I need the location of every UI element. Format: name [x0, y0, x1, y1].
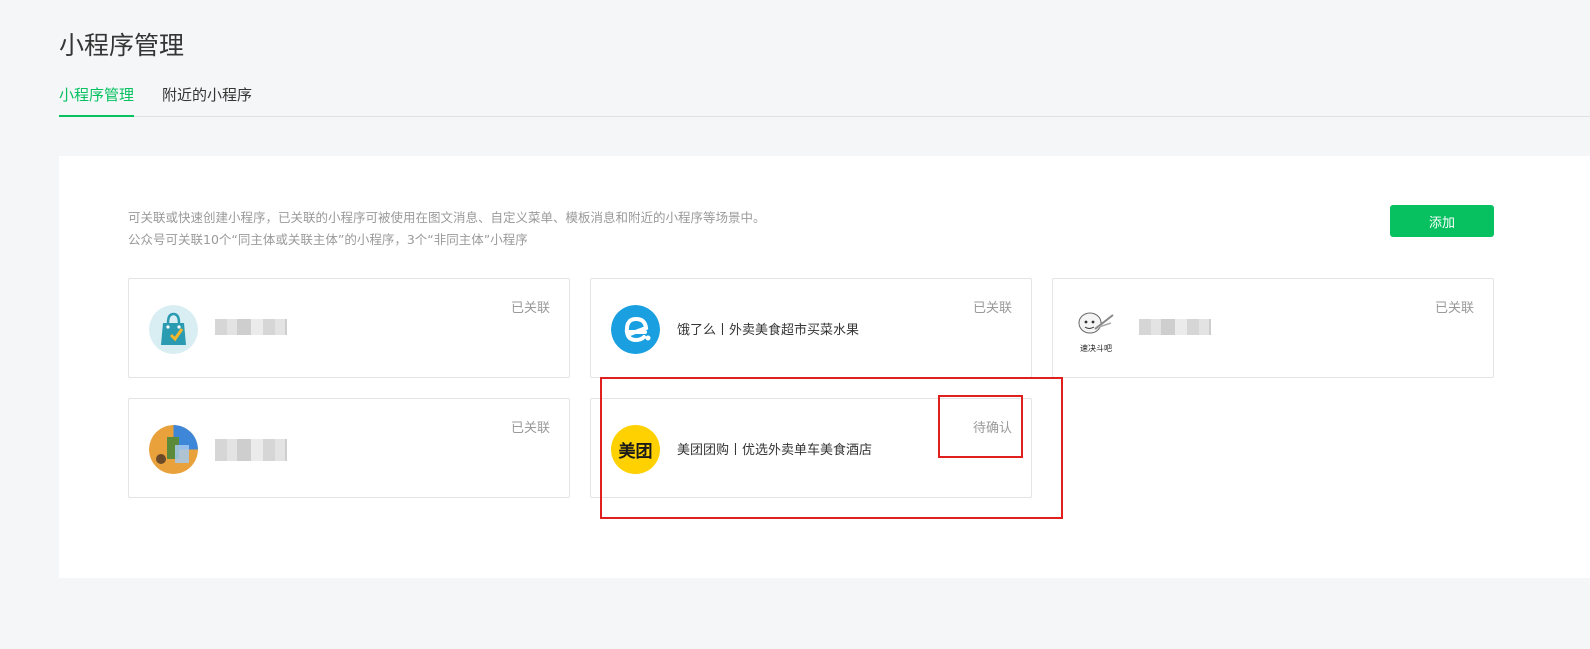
blurred-name [1139, 319, 1211, 335]
shopping-bag-icon [149, 305, 198, 354]
status-badge: 待确认 [972, 421, 1012, 436]
miniprogram-card[interactable]: 已关联 [128, 398, 570, 498]
meituan-logo-text: 美团 [618, 442, 653, 462]
add-button[interactable]: 添加 [1390, 205, 1494, 237]
miniprogram-card[interactable]: 已关联 [128, 278, 570, 378]
meituan-logo: 美团 [611, 425, 660, 474]
blurred-name [215, 319, 287, 335]
colorful-avatar-icon [149, 425, 198, 474]
description-line-1: 可关联或快速创建小程序，已关联的小程序可被使用在图文消息、自定义菜单、模板消息和… [128, 210, 766, 225]
logo-caption: 速决斗吧 [1080, 344, 1112, 353]
status-badge: 已关联 [1434, 301, 1474, 316]
description: 可关联或快速创建小程序，已关联的小程序可被使用在图文消息、自定义菜单、模板消息和… [128, 207, 766, 251]
description-line-2: 公众号可关联10个“同主体或关联主体”的小程序，3个“非同主体”小程序 [128, 232, 528, 247]
status-badge: 已关联 [972, 301, 1012, 316]
blurred-name [215, 439, 287, 461]
eleme-logo [611, 305, 660, 354]
cartoon-avatar-icon: 速决斗吧 [1073, 305, 1122, 354]
page-title: 小程序管理 [59, 31, 185, 60]
miniprogram-card[interactable]: 美团 美团团购丨优选外卖单车美食酒店 待确认 [590, 398, 1032, 498]
card-name: 美团团购丨优选外卖单车美食酒店 [677, 443, 873, 458]
card-name: 饿了么丨外卖美食超市买菜水果 [677, 323, 860, 338]
status-badge: 已关联 [510, 421, 550, 436]
status-badge: 已关联 [510, 301, 550, 316]
tab-bar: 小程序管理 附近的小程序 [59, 84, 1590, 117]
miniprogram-card[interactable]: 饿了么丨外卖美食超市买菜水果 已关联 [590, 278, 1032, 378]
miniprogram-card[interactable]: 速决斗吧 已关联 [1052, 278, 1494, 378]
tab-nearby-miniprograms[interactable]: 附近的小程序 [162, 84, 252, 117]
miniprogram-panel: 可关联或快速创建小程序，已关联的小程序可被使用在图文消息、自定义菜单、模板消息和… [59, 156, 1590, 578]
tab-miniprogram-management[interactable]: 小程序管理 [59, 84, 135, 117]
